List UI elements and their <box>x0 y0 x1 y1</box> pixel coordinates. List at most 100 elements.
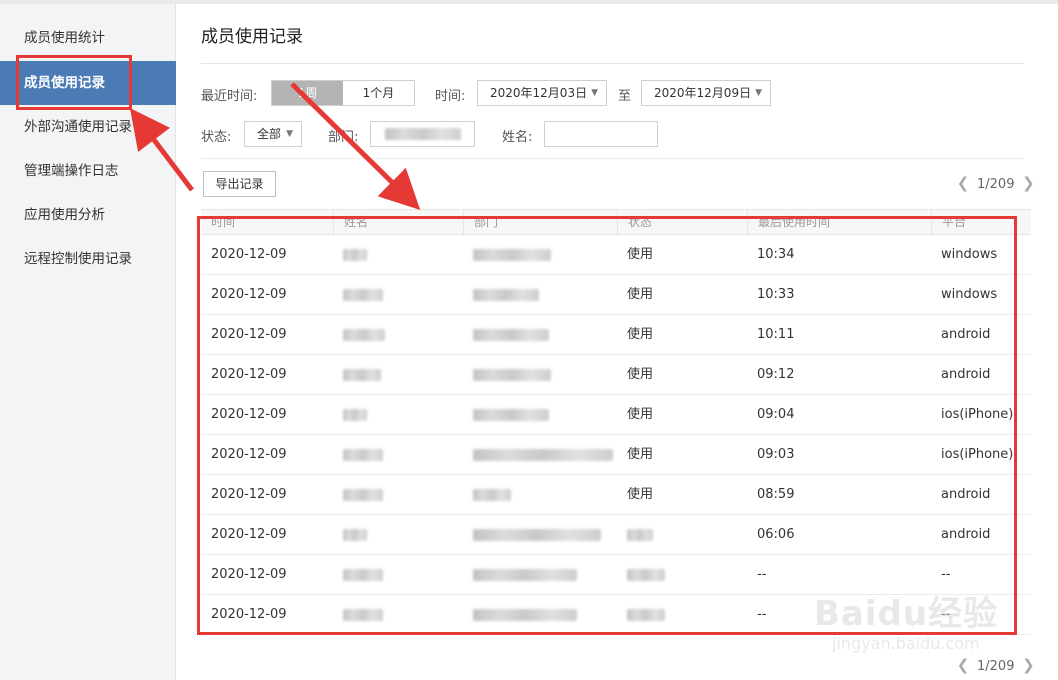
cell-last-used: 09:12 <box>757 367 795 382</box>
table-row[interactable]: 2020-12-09 使用 09:03 ios(iPhone) <box>201 435 1031 475</box>
chevron-left-icon[interactable]: ❮ <box>955 174 971 192</box>
cell-platform: ios(iPhone) <box>941 447 1014 462</box>
watermark-url: jingyan.baidu.com <box>832 634 980 653</box>
sidebar-item-external-comm-records[interactable]: 外部沟通使用记录 <box>0 105 176 149</box>
cell-department <box>463 235 617 275</box>
table-row[interactable]: 2020-12-09 使用 10:34 windows <box>201 235 1031 275</box>
start-date-value: 2020年12月03日 <box>490 86 588 100</box>
sidebar: 成员使用统计 成员使用记录 外部沟通使用记录 管理端操作日志 应用使用分析 远程… <box>0 4 176 680</box>
sidebar-item-member-records[interactable]: 成员使用记录 <box>0 61 176 105</box>
cell-department <box>463 395 617 435</box>
chevron-right-icon[interactable]: ❯ <box>1020 656 1036 674</box>
cell-name <box>333 475 463 515</box>
cell-last-used: 09:03 <box>757 447 795 462</box>
chevron-right-icon[interactable]: ❯ <box>1020 174 1036 192</box>
cell-department <box>463 555 617 595</box>
cell-status: 使用 <box>627 487 654 502</box>
cell-status: 使用 <box>627 447 654 462</box>
cell-last-used: 06:06 <box>757 527 795 542</box>
name-input[interactable] <box>544 121 658 147</box>
cell-status: 使用 <box>627 367 654 382</box>
table-row[interactable]: 2020-12-09 使用 09:04 ios(iPhone) <box>201 395 1031 435</box>
recent-1-month-button[interactable]: 1个月 <box>343 81 414 105</box>
cell-name <box>333 515 463 555</box>
cell-department <box>463 475 617 515</box>
table-row[interactable]: 2020-12-09 使用 10:11 android <box>201 315 1031 355</box>
department-value-redacted <box>385 128 461 140</box>
cell-department <box>463 355 617 395</box>
cell-status <box>617 555 747 595</box>
column-header-department: 部门 <box>463 210 617 236</box>
cell-name <box>333 355 463 395</box>
cell-status: 使用 <box>627 247 654 262</box>
cell-department <box>463 595 617 635</box>
table-row[interactable]: 2020-12-09 使用 10:33 windows <box>201 275 1031 315</box>
chevron-down-icon: ▼ <box>286 129 293 139</box>
cell-date: 2020-12-09 <box>211 367 287 382</box>
department-select[interactable] <box>370 121 475 147</box>
recent-time-label: 最近时间: <box>201 89 258 104</box>
cell-date: 2020-12-09 <box>211 567 287 582</box>
sidebar-item-admin-logs[interactable]: 管理端操作日志 <box>0 149 176 193</box>
filter-divider <box>201 158 1024 159</box>
chevron-down-icon: ▼ <box>591 88 598 98</box>
cell-name <box>333 275 463 315</box>
cell-last-used: 08:59 <box>757 487 795 502</box>
sidebar-item-app-usage-analysis[interactable]: 应用使用分析 <box>0 193 176 237</box>
cell-platform: android <box>941 527 991 542</box>
table-header: 时间 姓名 部门 状态 最后使用时间 平台 <box>201 209 1031 236</box>
end-date-value: 2020年12月09日 <box>654 86 752 100</box>
table-row[interactable]: 2020-12-09 06:06 android <box>201 515 1031 555</box>
cell-platform: ios(iPhone) <box>941 407 1014 422</box>
cell-last-used: 10:33 <box>757 287 795 302</box>
cell-name <box>333 315 463 355</box>
cell-date: 2020-12-09 <box>211 327 287 342</box>
cell-platform: android <box>941 327 991 342</box>
cell-name <box>333 555 463 595</box>
cell-name <box>333 595 463 635</box>
department-label: 部门: <box>328 130 359 145</box>
recent-time-toggle: 1周 1个月 <box>271 80 415 106</box>
name-label: 姓名: <box>502 130 533 145</box>
status-select-value: 全部 <box>257 127 282 141</box>
export-records-button[interactable]: 导出记录 <box>203 171 276 197</box>
table-row[interactable]: 2020-12-09 使用 09:12 android <box>201 355 1031 395</box>
table-row[interactable]: 2020-12-09 使用 08:59 android <box>201 475 1031 515</box>
cell-last-used: 10:11 <box>757 327 795 342</box>
cell-status: 使用 <box>627 407 654 422</box>
cell-status <box>617 515 747 555</box>
start-date-select[interactable]: 2020年12月03日 ▼ <box>477 80 607 106</box>
sidebar-item-member-stats[interactable]: 成员使用统计 <box>0 16 176 60</box>
cell-department <box>463 515 617 555</box>
sidebar-item-remote-control-records[interactable]: 远程控制使用记录 <box>0 237 176 281</box>
column-header-status: 状态 <box>617 210 747 236</box>
status-label: 状态: <box>201 130 232 145</box>
cell-date: 2020-12-09 <box>211 607 287 622</box>
cell-date: 2020-12-09 <box>211 247 287 262</box>
cell-name <box>333 235 463 275</box>
cell-date: 2020-12-09 <box>211 487 287 502</box>
chevron-down-icon: ▼ <box>755 88 762 98</box>
status-select[interactable]: 全部 ▼ <box>244 121 302 147</box>
column-header-time: 时间 <box>211 215 236 229</box>
cell-date: 2020-12-09 <box>211 287 287 302</box>
cell-status: 使用 <box>627 287 654 302</box>
column-header-name: 姓名 <box>333 210 463 236</box>
cell-platform: android <box>941 367 991 382</box>
cell-status: 使用 <box>627 327 654 342</box>
column-header-platform: 平台 <box>931 210 1031 236</box>
watermark-brand: Baidu经验 <box>814 594 999 634</box>
cell-platform: android <box>941 487 991 502</box>
column-header-last-used: 最后使用时间 <box>747 210 931 236</box>
cell-last-used: 10:34 <box>757 247 795 262</box>
cell-status <box>617 595 747 635</box>
cell-platform: windows <box>941 247 998 262</box>
title-divider <box>201 63 1024 64</box>
pagination-top: ❮ 1/209 ❯ <box>955 174 1036 192</box>
recent-1-week-button[interactable]: 1周 <box>272 81 343 105</box>
cell-date: 2020-12-09 <box>211 527 287 542</box>
cell-platform: windows <box>941 287 998 302</box>
cell-name <box>333 435 463 475</box>
cell-department <box>463 315 617 355</box>
end-date-select[interactable]: 2020年12月09日 ▼ <box>641 80 771 106</box>
